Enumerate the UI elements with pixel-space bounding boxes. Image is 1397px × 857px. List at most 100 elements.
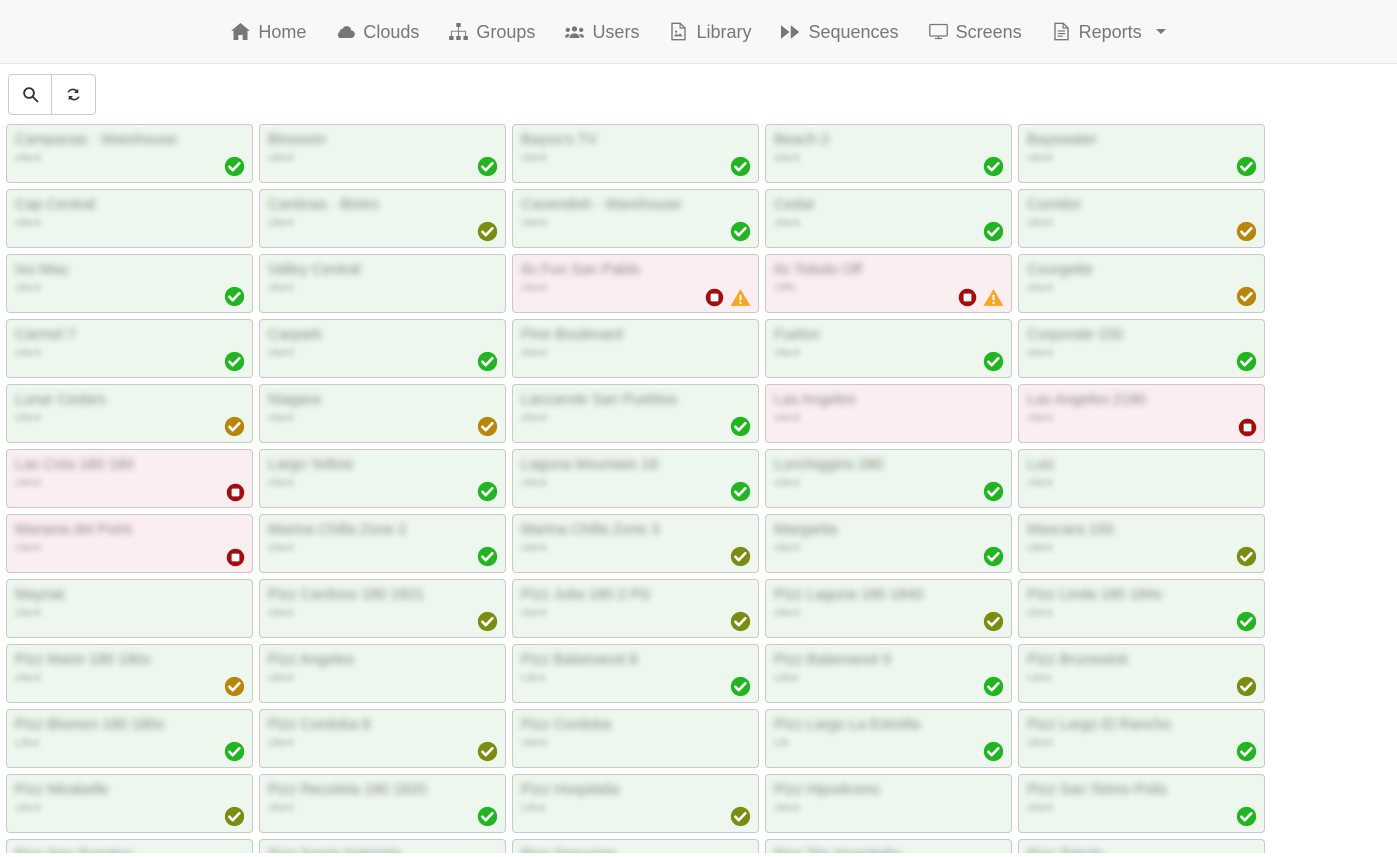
device-card[interactable]: Valley Central client — [259, 254, 506, 313]
device-card-status — [477, 611, 498, 632]
device-card-status — [1238, 418, 1257, 437]
device-card[interactable]: Campanas · Warehouse client — [6, 124, 253, 183]
device-card-title: Fuelon — [774, 326, 820, 343]
device-card[interactable]: Pizz San Pueglosclient — [6, 839, 253, 853]
device-card[interactable]: Pizz Cordoba client — [512, 709, 759, 768]
device-card[interactable]: Bayou's TV client — [512, 124, 759, 183]
device-card[interactable]: Marina Chilla Zone 2 client — [259, 514, 506, 573]
device-card[interactable]: Fuelon client — [765, 319, 1012, 378]
device-card[interactable]: Pizz Angeles client — [259, 644, 506, 703]
device-card-title: Pine Boulevard — [521, 326, 623, 343]
nav-item-clouds[interactable]: Clouds — [321, 11, 434, 53]
device-card[interactable]: Corporate 150 client — [1018, 319, 1265, 378]
device-card[interactable]: Pizz Largo La Estrella Lib — [765, 709, 1012, 768]
status-check-online-icon — [224, 351, 245, 372]
device-card-status — [983, 221, 1004, 242]
status-check-online-icon — [983, 676, 1004, 697]
device-card[interactable]: Lanzarote San Pueblos client — [512, 384, 759, 443]
device-card[interactable]: Lunchiggins 280 client — [765, 449, 1012, 508]
device-card[interactable]: Cedar client — [765, 189, 1012, 248]
device-card[interactable]: Largo Yellow client — [259, 449, 506, 508]
device-card-title: Manana del Point — [15, 521, 132, 538]
cloud-icon — [336, 22, 356, 41]
device-card[interactable]: Marina Chilla Zone 3 client — [512, 514, 759, 573]
device-card[interactable]: Pizz Mirabelle client — [6, 774, 253, 833]
device-card[interactable]: Pizz Recoleta 180 1820 client — [259, 774, 506, 833]
navbar-items: Home Clouds Groups Users Library Sequences Scr… — [216, 11, 1180, 53]
device-card[interactable]: Pizz Santa Gabrielaclient — [259, 839, 506, 853]
device-card-status — [477, 741, 498, 762]
device-card-subtitle: client — [15, 607, 41, 619]
device-card[interactable]: Pizz Balamanot 8 Libre — [512, 644, 759, 703]
device-card-title: Cap Central — [15, 196, 96, 213]
device-card[interactable]: Cap Central client — [6, 189, 253, 248]
device-card-title: Lunar Cedars — [15, 391, 106, 408]
status-check-online-dim-icon — [477, 221, 498, 242]
refresh-button[interactable] — [52, 73, 96, 115]
device-card[interactable]: Las Angeles client — [765, 384, 1012, 443]
device-card-subtitle: client — [774, 477, 800, 489]
nav-item-home[interactable]: Home — [216, 11, 321, 53]
device-card[interactable]: Pine Boulevard client — [512, 319, 759, 378]
device-card[interactable]: Manana del Point client — [6, 514, 253, 573]
device-card[interactable]: Pizz Cardoso 180 1821 client — [259, 579, 506, 638]
search-icon — [22, 86, 39, 103]
device-card-status — [730, 611, 751, 632]
device-card[interactable]: Iso Mau client — [6, 254, 253, 313]
device-card[interactable]: Margarita client — [765, 514, 1012, 573]
device-card-status — [705, 288, 751, 307]
device-card[interactable]: Pizz Largo El Rancho client — [1018, 709, 1265, 768]
device-card[interactable]: Las Cota 180 180 client — [6, 449, 253, 508]
device-card[interactable]: Cavendish · Warehouse client — [512, 189, 759, 248]
device-card[interactable]: Pizz Toledoclient — [1018, 839, 1265, 853]
device-card[interactable]: Pizz Brunswick Libre — [1018, 644, 1265, 703]
device-card-status — [224, 156, 245, 177]
device-card[interactable]: Courgette client — [1018, 254, 1265, 313]
device-card[interactable]: Niagara client — [259, 384, 506, 443]
nav-item-reports[interactable]: Reports — [1037, 11, 1181, 53]
device-card[interactable]: Pizz Hipodromo client — [765, 774, 1012, 833]
nav-item-library[interactable]: Library — [654, 11, 766, 53]
device-card[interactable]: Cantinas · Bistro client — [259, 189, 506, 248]
device-card[interactable]: Pizz Linda 180 184x client — [1018, 579, 1265, 638]
device-card-status — [983, 546, 1004, 567]
device-card-title: Corridor — [1027, 196, 1082, 213]
device-card-subtitle: Libre — [521, 672, 546, 684]
device-card[interactable]: Carmel 7 client — [6, 319, 253, 378]
nav-item-screens[interactable]: Screens — [914, 11, 1037, 53]
device-card[interactable]: Ilo Fuo San Pablo client — [512, 254, 759, 313]
device-card[interactable]: Pizz Cordoba 8 client — [259, 709, 506, 768]
device-card[interactable]: Pizz Hospitalia Libre — [512, 774, 759, 833]
device-card[interactable]: Pizz San Telmo Polis client — [1018, 774, 1265, 833]
status-check-online-icon — [730, 416, 751, 437]
device-card[interactable]: Maynat client — [6, 579, 253, 638]
nav-item-users[interactable]: Users — [550, 11, 654, 53]
device-card[interactable]: Laguna Mountain 18 client — [512, 449, 759, 508]
nav-item-sequences[interactable]: Sequences — [766, 11, 913, 53]
device-card[interactable]: Pizz Laguna 180 1840 client — [765, 579, 1012, 638]
device-card[interactable]: Corridor client — [1018, 189, 1265, 248]
refresh-icon — [65, 86, 82, 103]
device-card[interactable]: Pizz Marin 180 180x client — [6, 644, 253, 703]
device-card[interactable]: Luiz client — [1018, 449, 1265, 508]
device-card[interactable]: Pizz Sequoiasclient — [512, 839, 759, 853]
device-card[interactable]: Pizz Balamanot 9 Libre — [765, 644, 1012, 703]
device-card-subtitle: client — [15, 542, 41, 554]
device-card[interactable]: Las Angeles 2180 client — [1018, 384, 1265, 443]
device-card-subtitle: client — [521, 152, 547, 164]
device-card-status — [224, 351, 245, 372]
device-card[interactable]: Ilo Toledo Off Offic — [765, 254, 1012, 313]
device-card[interactable]: Beach 2 client — [765, 124, 1012, 183]
status-check-online-dim-icon — [730, 806, 751, 827]
search-button[interactable] — [8, 73, 52, 115]
device-card[interactable]: Pizz Tito HospitaliaLibre — [765, 839, 1012, 853]
nav-item-groups[interactable]: Groups — [434, 11, 550, 53]
device-card[interactable]: Mascara 150 client — [1018, 514, 1265, 573]
device-card[interactable]: Blossom client — [259, 124, 506, 183]
device-card[interactable]: Bayswater client — [1018, 124, 1265, 183]
device-card[interactable]: Lunar Cedars client — [6, 384, 253, 443]
device-card-title: Largo Yellow — [268, 456, 354, 473]
device-card[interactable]: Carpark client — [259, 319, 506, 378]
device-card[interactable]: Pizz Blumen 180 180x Libre — [6, 709, 253, 768]
device-card[interactable]: Pizz Julia 180 2 Plz client — [512, 579, 759, 638]
